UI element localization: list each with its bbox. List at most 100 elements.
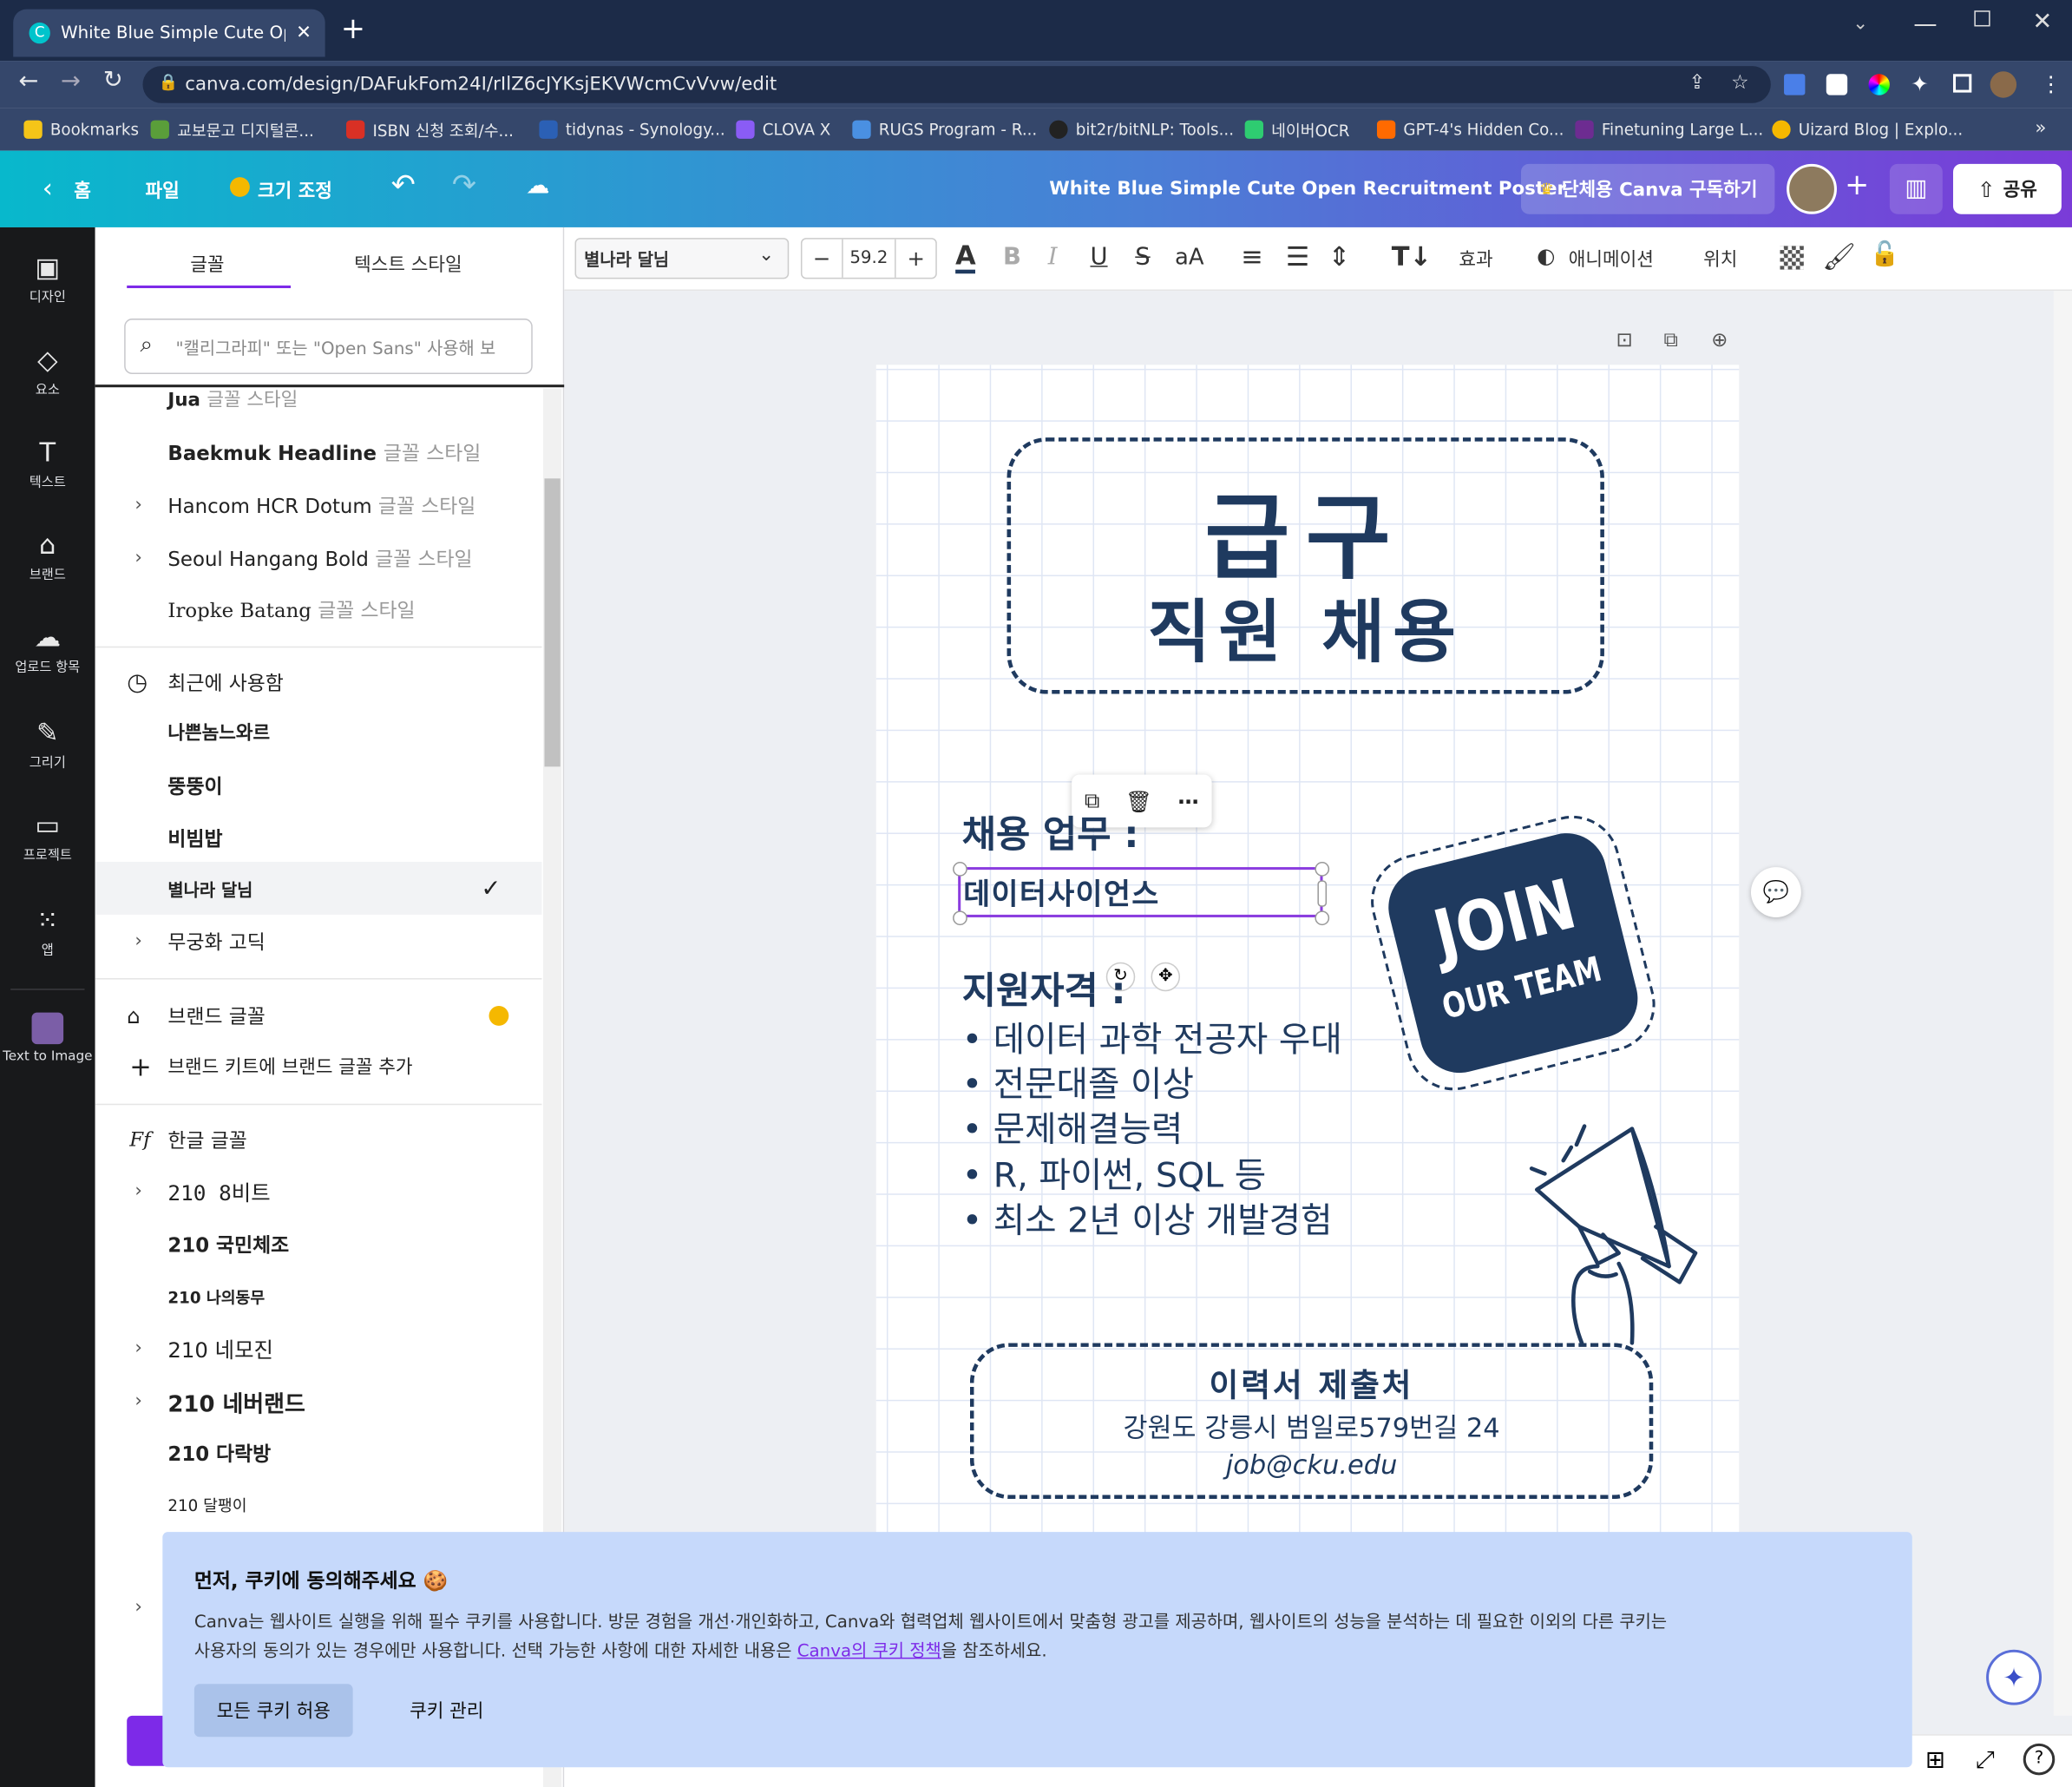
- qualification-item[interactable]: • 최소 2년 이상 개발경험: [962, 1193, 1333, 1242]
- font-item[interactable]: 210 다락방: [95, 1426, 542, 1479]
- qualification-label[interactable]: 지원자격 :: [962, 962, 1126, 1015]
- grid-view-icon[interactable]: ⊞: [1925, 1746, 1945, 1774]
- expand-chevron-icon[interactable]: ›: [134, 1597, 142, 1618]
- help-icon[interactable]: ?: [2023, 1743, 2056, 1776]
- font-item[interactable]: 비빔밥: [95, 811, 542, 864]
- minimize-icon[interactable]: —: [1913, 10, 1937, 38]
- bookmark-item[interactable]: Uizard Blog | Explo...: [1772, 108, 1963, 151]
- redo-icon[interactable]: ↷: [452, 169, 476, 202]
- qualification-item[interactable]: • 데이터 과학 전공자 우대: [962, 1013, 1342, 1061]
- rail-projects[interactable]: ▭ 프로젝트: [0, 809, 95, 863]
- bold-icon[interactable]: B: [1003, 243, 1021, 271]
- megaphone-icon[interactable]: [1524, 1107, 1708, 1352]
- align-left-icon[interactable]: ≡: [1241, 240, 1263, 273]
- menu-icon[interactable]: ⋮: [2041, 71, 2062, 96]
- page-lock-icon[interactable]: ⊡: [1616, 328, 1633, 351]
- cloud-saved-icon[interactable]: ☁: [526, 172, 549, 200]
- font-item[interactable]: 210 나의동무: [95, 1271, 542, 1324]
- rail-uploads[interactable]: ☁ 업로드 항목: [0, 621, 95, 675]
- font-item[interactable]: Baekmuk Headline 글꼴 스타일: [95, 425, 542, 478]
- rail-draw[interactable]: ✎ 그리기: [0, 716, 95, 770]
- side-handle[interactable]: [1317, 880, 1328, 907]
- share-button[interactable]: ⇧ 공유: [1952, 163, 2062, 214]
- resize-handle[interactable]: [1315, 861, 1330, 877]
- qualification-item[interactable]: • 문제해결능력: [962, 1102, 1184, 1151]
- submit-email[interactable]: job@cku.edu: [970, 1449, 1653, 1481]
- font-item[interactable]: › 210 네모진: [95, 1322, 542, 1375]
- bookmark-item[interactable]: Finetuning Large L...: [1575, 108, 1763, 151]
- profile-avatar-icon[interactable]: [1990, 71, 2017, 98]
- font-item[interactable]: › Hancom HCR Dotum 글꼴 스타일: [95, 478, 542, 531]
- expand-chevron-icon[interactable]: ›: [134, 1337, 142, 1358]
- manage-cookies-button[interactable]: 쿠키 관리: [374, 1684, 520, 1737]
- font-item[interactable]: › Seoul Hangang Bold 글꼴 스타일: [95, 531, 542, 584]
- add-page-icon[interactable]: ⊕: [1711, 328, 1728, 351]
- more-options-icon[interactable]: ⋯: [1177, 788, 1198, 813]
- bookmark-item[interactable]: 네이버OCR: [1244, 108, 1349, 151]
- move-handle-icon[interactable]: ✥: [1151, 962, 1181, 992]
- cookie-policy-link[interactable]: Canva의 쿠키 정책: [797, 1642, 941, 1662]
- font-item[interactable]: 나쁜놈느와르: [95, 706, 542, 759]
- sidepanel-icon[interactable]: [1952, 74, 1972, 93]
- bookmark-item[interactable]: 교보문고 디지털콘...: [150, 108, 314, 151]
- font-item[interactable]: 뚱뚱이: [95, 759, 542, 811]
- tab-text-styles[interactable]: 텍스트 스타일: [354, 251, 462, 277]
- font-item[interactable]: › 210 네버랜드: [95, 1375, 542, 1428]
- rail-text-to-image[interactable]: Text to Image: [0, 1012, 95, 1064]
- font-size-value[interactable]: 59.2: [841, 239, 897, 278]
- spacing-icon[interactable]: ⇕: [1328, 240, 1351, 273]
- strikethrough-icon[interactable]: S: [1135, 243, 1150, 271]
- animate-button[interactable]: 애니메이션: [1569, 246, 1654, 272]
- submit-address[interactable]: 강원도 강릉시 범일로579번길 24: [970, 1406, 1653, 1444]
- undo-icon[interactable]: ↶: [391, 169, 416, 202]
- letter-case-icon[interactable]: aA: [1175, 245, 1204, 271]
- translate-extension-icon[interactable]: [1784, 74, 1806, 95]
- scrollbar-thumb[interactable]: [544, 478, 561, 767]
- expand-chevron-icon[interactable]: ›: [134, 930, 142, 951]
- font-size-stepper[interactable]: − 59.2 +: [800, 238, 937, 279]
- bookmark-item[interactable]: CLOVA X: [736, 108, 830, 151]
- position-button[interactable]: 위치: [1703, 246, 1737, 272]
- title-sub[interactable]: 직원 채용: [1007, 576, 1604, 675]
- font-item[interactable]: › 210 8비트: [95, 1165, 542, 1218]
- font-item[interactable]: Jua 글꼴 스타일: [95, 372, 542, 425]
- forward-icon[interactable]: →: [61, 68, 81, 95]
- rail-design[interactable]: ▣ 디자인: [0, 251, 95, 305]
- job-label[interactable]: 채용 업무 :: [962, 806, 1139, 859]
- expand-chevron-icon[interactable]: ›: [134, 1390, 142, 1411]
- fullscreen-icon[interactable]: ⤢: [1976, 1746, 1995, 1774]
- font-item[interactable]: 210 달팽이: [95, 1478, 542, 1531]
- font-item-selected[interactable]: 별나라 달님 ✓: [95, 861, 542, 915]
- bookmark-star-icon[interactable]: ☆: [1731, 70, 1748, 94]
- font-item[interactable]: Iropke Batang 글꼴 스타일: [95, 583, 542, 636]
- effects-button[interactable]: 효과: [1459, 246, 1492, 272]
- tab-search-icon[interactable]: ⌄: [1852, 13, 1868, 34]
- more-bookmarks-icon[interactable]: »: [2035, 118, 2046, 139]
- job-value[interactable]: 데이터사이언스: [963, 871, 1159, 914]
- rail-brand[interactable]: ⌂ 브랜드: [0, 529, 95, 582]
- bookmark-item[interactable]: bit2r/bitNLP: Tools...: [1049, 108, 1234, 151]
- resize-button[interactable]: 크기 조정: [258, 177, 332, 203]
- paint-format-icon[interactable]: 🖌: [1822, 240, 1856, 273]
- bookmark-item[interactable]: Bookmarks: [23, 108, 139, 151]
- file-menu-button[interactable]: 파일: [146, 177, 180, 203]
- qualification-item[interactable]: • R, 파이썬, SQL 등: [962, 1148, 1267, 1197]
- poster-page[interactable]: 급구 직원 채용 ⧉ 🗑 ⋯ 채용 업무 : 데이터사이언스 ↻ ✥ 지원자격 …: [875, 365, 1740, 1555]
- back-chevron-icon[interactable]: ‹: [43, 172, 53, 204]
- reload-icon[interactable]: ↻: [103, 66, 123, 94]
- expand-chevron-icon[interactable]: ›: [134, 1180, 142, 1201]
- user-avatar[interactable]: [1787, 163, 1837, 214]
- expand-chevron-icon[interactable]: ›: [134, 495, 142, 516]
- tab-fonts[interactable]: 글꼴: [190, 251, 224, 277]
- transparency-icon[interactable]: [1780, 246, 1804, 270]
- qualification-item[interactable]: • 전문대졸 이상: [962, 1057, 1194, 1106]
- add-brand-font-button[interactable]: + 브랜드 키트에 브랜드 글꼴 추가: [95, 1041, 542, 1094]
- magic-assistant-button[interactable]: ✦: [1986, 1649, 2042, 1705]
- font-search-input[interactable]: ⌕ "캘리그라피" 또는 "Open Sans" 사용해 보: [124, 319, 533, 375]
- join-badge[interactable]: JOIN OUR TEAM: [1361, 805, 1666, 1100]
- text-color-icon[interactable]: A: [955, 240, 976, 274]
- home-button[interactable]: 홈: [74, 177, 91, 203]
- accept-all-cookies-button[interactable]: 모든 쿠키 허용: [193, 1684, 353, 1738]
- bookmark-item[interactable]: tidynas - Synology...: [539, 108, 725, 151]
- underline-icon[interactable]: U: [1090, 243, 1107, 271]
